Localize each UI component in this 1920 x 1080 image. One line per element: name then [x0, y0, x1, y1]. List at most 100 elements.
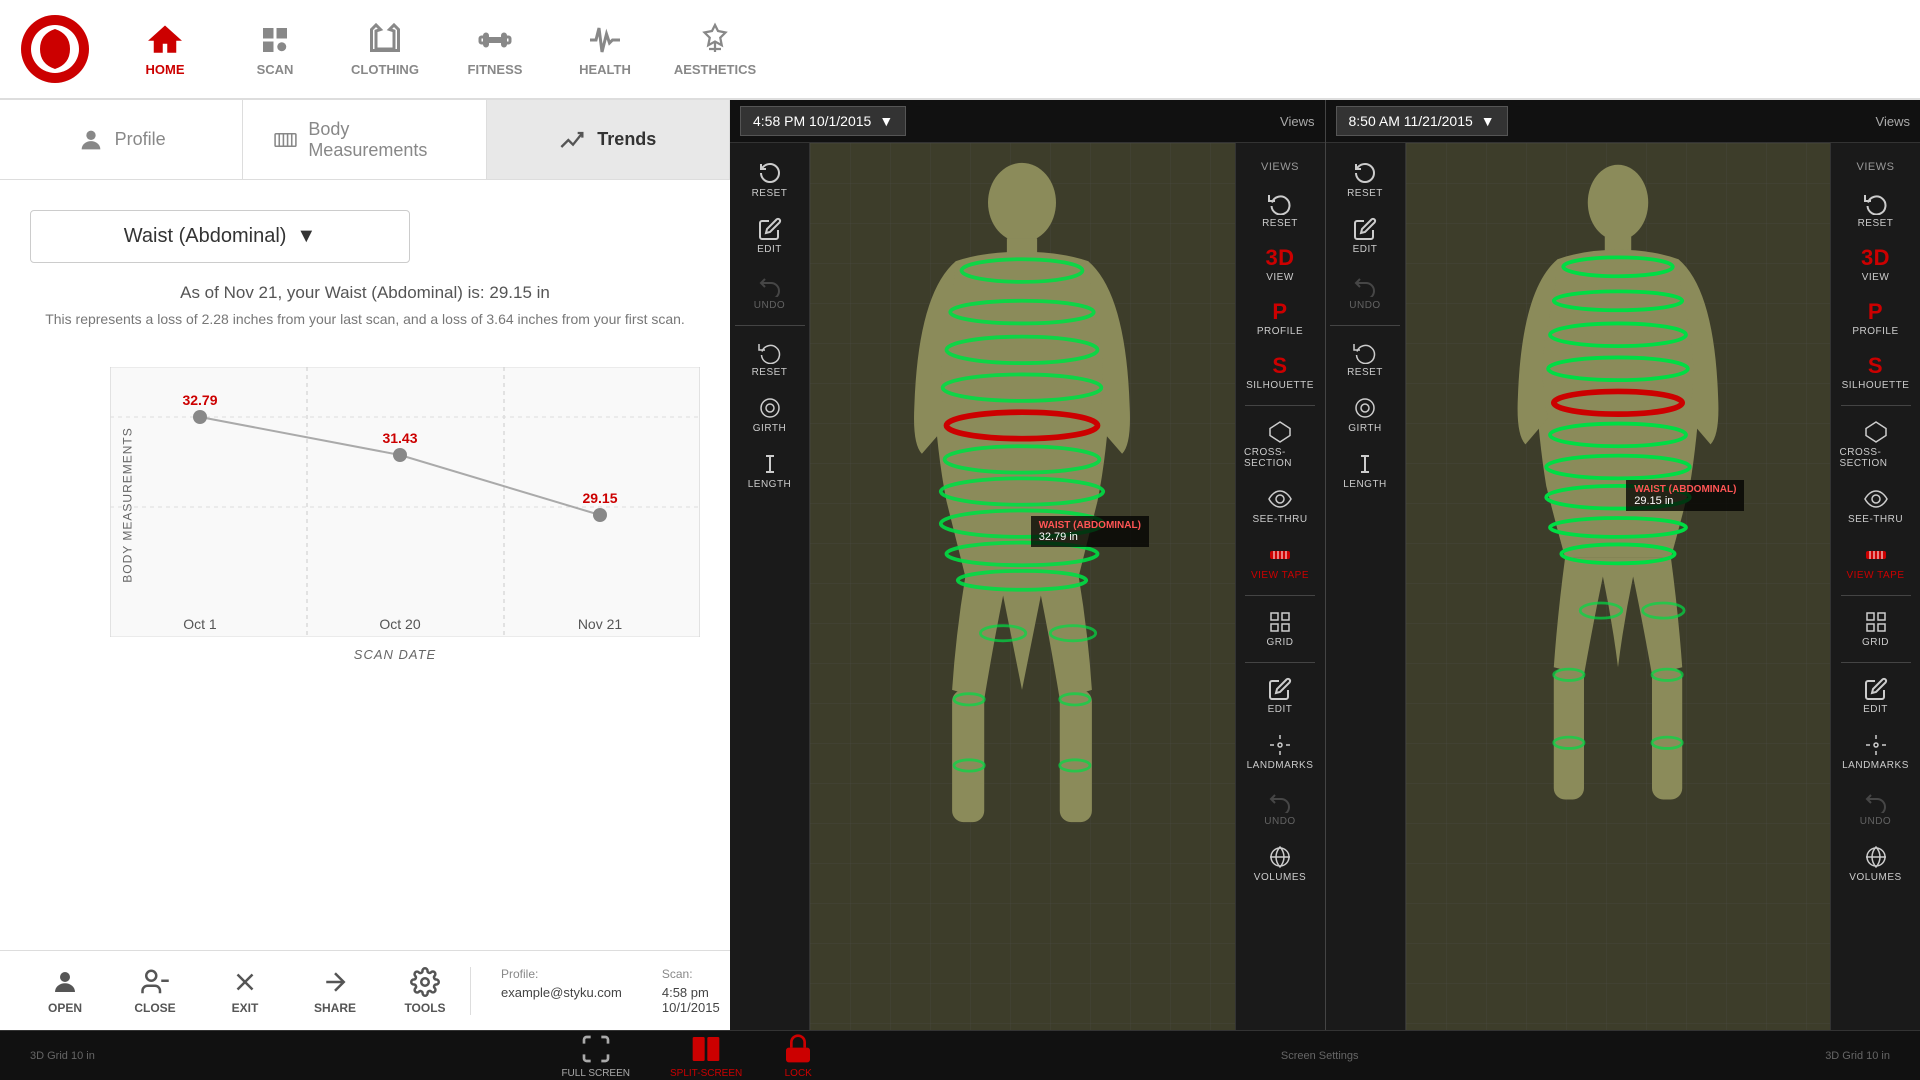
chart-wrapper: BODY MEASUREMENTS	[30, 347, 700, 672]
trend-chart: 33 30 32.79 31.43 29.1	[110, 367, 700, 637]
tabs: Profile Body Measurements Trends	[0, 100, 730, 180]
tool-undo-view-left[interactable]: UNDO	[1240, 781, 1320, 835]
waist-label-left: WAIST (ABDOMINAL) 32.79 in	[1031, 516, 1149, 547]
divider-2	[1245, 595, 1315, 596]
scan-header-right: 8:50 AM 11/21/2015 ▼ Views	[1326, 100, 1920, 143]
nav-fitness[interactable]: FITNESS	[440, 4, 550, 94]
close-button[interactable]: CLOSE	[110, 951, 200, 1031]
3d-body-right: WAIST (ABDOMINAL) 29.15 in	[1406, 143, 1831, 1030]
tool-landmarks-right[interactable]: LANDMARKS	[1836, 725, 1916, 779]
tool-cross-section-left[interactable]: CROSS-SECTION	[1240, 412, 1320, 477]
full-screen-button[interactable]: FULL SCREEN	[561, 1033, 630, 1079]
tool-silhouette-left[interactable]: S SILHOUETTE	[1240, 347, 1320, 399]
tab-body-measurements[interactable]: Body Measurements	[243, 100, 486, 179]
tool-reset-view-right[interactable]: RESET	[1836, 183, 1916, 237]
dropdown-arrow-icon: ▼	[296, 225, 316, 248]
waist-label-right: WAIST (ABDOMINAL) 29.15 in	[1626, 480, 1744, 511]
views-label-tool-left: Views	[1240, 153, 1320, 181]
tool-see-thru-left[interactable]: SEE-THRU	[1240, 479, 1320, 533]
tool-view-tape-right[interactable]: VIEW TAPE	[1836, 535, 1916, 589]
tool-3d-view-right[interactable]: 3D VIEW	[1836, 239, 1916, 291]
tool-cross-section-right[interactable]: CROSS-SECTION	[1836, 412, 1916, 477]
tool-profile-left[interactable]: P PROFILE	[1240, 293, 1320, 345]
tool-edit-left[interactable]: EDIT	[730, 209, 810, 263]
scan-view-left-body: RESET EDIT UNDO RESET	[730, 143, 1325, 1030]
tool-silhouette-right[interactable]: S SILHOUETTE	[1836, 347, 1916, 399]
left-tools-panel-right: RESET EDIT UNDO RESET	[1326, 143, 1406, 1030]
tool-reset-right[interactable]: RESET	[1325, 153, 1405, 207]
divider-r2	[1841, 595, 1911, 596]
tool-length-left[interactable]: LENGTH	[730, 444, 810, 498]
scan-header-left: 4:58 PM 10/1/2015 ▼ Views	[730, 100, 1325, 143]
tool-reset-view-left[interactable]: RESET	[1240, 183, 1320, 237]
lock-button[interactable]: LOCK	[782, 1033, 814, 1079]
divider-r3	[1841, 662, 1911, 663]
tool-edit-view-right[interactable]: EDIT	[1836, 669, 1916, 723]
tool-girth-right[interactable]: GIRTH	[1325, 388, 1405, 442]
tool-volumes-left[interactable]: VOLUMES	[1240, 837, 1320, 891]
datetime-dropdown-right[interactable]: 8:50 AM 11/21/2015 ▼	[1336, 106, 1508, 136]
nav-scan[interactable]: SCAN	[220, 4, 330, 94]
divider-r1	[1841, 405, 1911, 406]
nav-aesthetics[interactable]: AESTHETICS	[660, 4, 770, 94]
tool-view-tape-left[interactable]: VIEW TAPE	[1240, 535, 1320, 589]
tool-undo-right[interactable]: UNDO	[1325, 265, 1405, 319]
measurement-main-text: As of Nov 21, your Waist (Abdominal) is:…	[30, 283, 700, 303]
scan-view-left: 4:58 PM 10/1/2015 ▼ Views RESET EDIT	[730, 100, 1326, 1030]
tool-grid-left[interactable]: GRID	[1240, 602, 1320, 656]
profile-info: Profile: example@styku.com	[501, 967, 622, 1015]
svg-text:Oct 1: Oct 1	[183, 616, 217, 632]
measurement-dropdown[interactable]: Waist (Abdominal) ▼	[30, 210, 410, 263]
screen-settings-label: Screen Settings	[1281, 1050, 1359, 1062]
tool-reset-left[interactable]: RESET	[730, 153, 810, 207]
tool-volumes-right[interactable]: VOLUMES	[1836, 837, 1916, 891]
scan-value: 4:58 pm 10/1/2015	[662, 985, 720, 1015]
waist-value-left: 32.79 in	[1039, 531, 1141, 543]
tool-3d-view-left[interactable]: 3D VIEW	[1240, 239, 1320, 291]
tool-profile-right[interactable]: P PROFILE	[1836, 293, 1916, 345]
grid-label-right: 3D Grid 10 in	[1825, 1050, 1890, 1062]
content-area: Waist (Abdominal) ▼ As of Nov 21, your W…	[0, 180, 730, 950]
waist-title-right: WAIST (ABDOMINAL)	[1634, 484, 1736, 495]
top-navigation: HOME SCAN CLOTHING FITNESS HEALTH AESTHE…	[0, 0, 1920, 100]
tool-reset2-left[interactable]: RESET	[730, 332, 810, 386]
tool-reset2-right[interactable]: RESET	[1325, 332, 1405, 386]
svg-text:31.43: 31.43	[382, 430, 417, 446]
bottom-scan-bar: 3D Grid 10 in FULL SCREEN SPLIT-SCREEN L…	[0, 1030, 1920, 1080]
app-logo	[20, 14, 90, 84]
tool-edit-view-left[interactable]: EDIT	[1240, 669, 1320, 723]
share-button[interactable]: SHARE	[290, 951, 380, 1031]
tab-profile[interactable]: Profile	[0, 100, 243, 179]
svg-text:Oct 20: Oct 20	[379, 616, 420, 632]
split-screen-button[interactable]: SPLIT-SCREEN	[670, 1033, 742, 1079]
exit-button[interactable]: EXIT	[200, 951, 290, 1031]
nav-home[interactable]: HOME	[110, 4, 220, 94]
measurement-dropdown-container: Waist (Abdominal) ▼	[30, 210, 700, 263]
measurement-info: As of Nov 21, your Waist (Abdominal) is:…	[30, 283, 700, 327]
waist-title-left: WAIST (ABDOMINAL)	[1039, 520, 1141, 531]
svg-text:29.15: 29.15	[582, 490, 617, 506]
scan-label: Scan:	[662, 967, 720, 981]
nav-clothing[interactable]: CLOTHING	[330, 4, 440, 94]
tool-length-right[interactable]: LENGTH	[1325, 444, 1405, 498]
bottom-scan-controls: FULL SCREEN SPLIT-SCREEN LOCK	[561, 1033, 814, 1079]
scan-view-right-body: RESET EDIT UNDO RESET	[1326, 143, 1920, 1030]
tool-grid-right[interactable]: GRID	[1836, 602, 1916, 656]
tool-see-thru-right[interactable]: SEE-THRU	[1836, 479, 1916, 533]
svg-text:Nov 21: Nov 21	[578, 616, 623, 632]
tools-panel-left: Views RESET 3D VIEW P PROFILE	[1235, 143, 1325, 1030]
tool-undo-left[interactable]: UNDO	[730, 265, 810, 319]
views-label-left: Views	[1280, 114, 1314, 129]
open-button[interactable]: OPEN	[20, 951, 110, 1031]
tool-girth-left[interactable]: GIRTH	[730, 388, 810, 442]
tool-edit-right[interactable]: EDIT	[1325, 209, 1405, 263]
tools-button[interactable]: TOOLS	[380, 951, 470, 1031]
tab-trends[interactable]: Trends	[487, 100, 730, 179]
tool-undo-view-right[interactable]: UNDO	[1836, 781, 1916, 835]
bottom-actions: OPEN CLOSE EXIT SHARE TOOLS	[20, 951, 470, 1031]
datetime-dropdown-left[interactable]: 4:58 PM 10/1/2015 ▼	[740, 106, 906, 136]
svg-text:32.79: 32.79	[182, 392, 217, 408]
nav-health[interactable]: HEALTH	[550, 4, 660, 94]
divider-1	[1245, 405, 1315, 406]
tool-landmarks-left[interactable]: LANDMARKS	[1240, 725, 1320, 779]
